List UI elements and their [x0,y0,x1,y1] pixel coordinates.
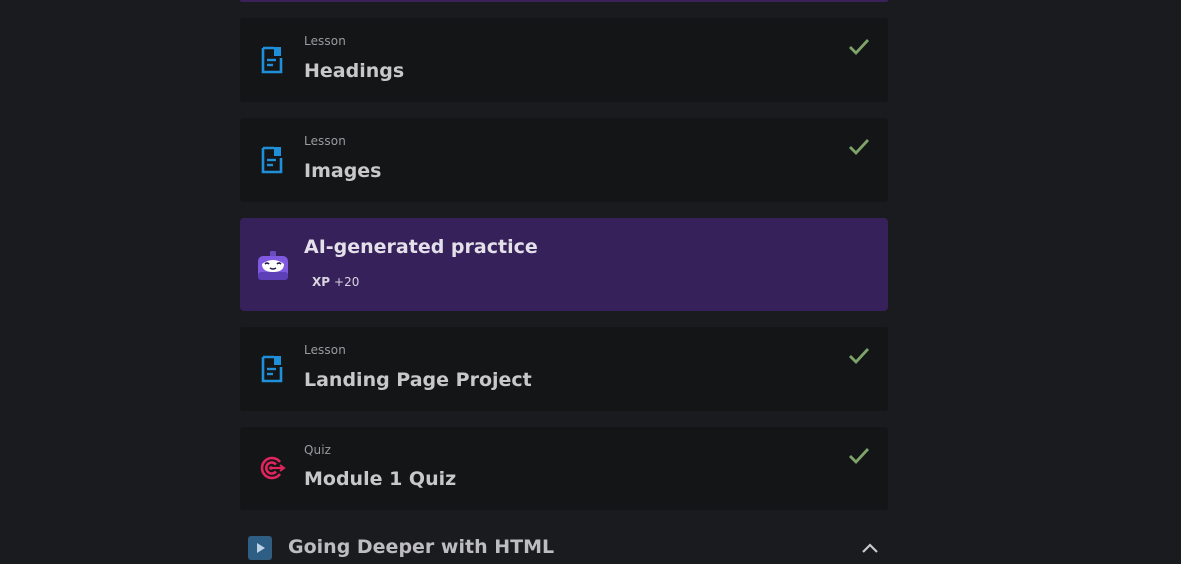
xp-value: +20 [334,275,360,289]
item-title: Headings [304,60,405,82]
list-item-ai-practice[interactable]: AI-generated practice XP +20 [240,218,888,311]
item-type-label: Lesson [304,343,346,357]
document-icon [261,146,283,174]
check-icon [849,139,870,156]
xp-badge: XP +20 [312,275,359,289]
play-icon [248,536,272,560]
module-header-going-deeper[interactable]: Going Deeper with HTML [248,536,888,560]
item-type-label: Lesson [304,34,346,48]
xp-label: XP [312,275,331,289]
list-item-module-1-quiz[interactable]: Quiz Module 1 Quiz [240,427,888,510]
module-title: Going Deeper with HTML [288,536,555,558]
document-icon [261,46,283,74]
item-title: AI-generated practice [304,236,538,258]
check-icon [849,348,870,365]
check-icon [849,39,870,56]
previous-item-edge [240,0,888,2]
item-title: Landing Page Project [304,369,532,391]
robot-icon [258,251,288,280]
item-title: Module 1 Quiz [304,468,457,490]
check-icon [849,448,870,465]
item-title: Images [304,160,382,182]
list-item-headings[interactable]: Lesson Headings [240,18,888,102]
target-icon [260,456,286,480]
chevron-up-icon[interactable] [860,538,880,558]
list-item-images[interactable]: Lesson Images [240,118,888,202]
list-item-landing-page-project[interactable]: Lesson Landing Page Project [240,327,888,411]
item-type-label: Quiz [304,443,332,457]
item-type-label: Lesson [304,134,346,148]
document-icon [261,355,283,383]
